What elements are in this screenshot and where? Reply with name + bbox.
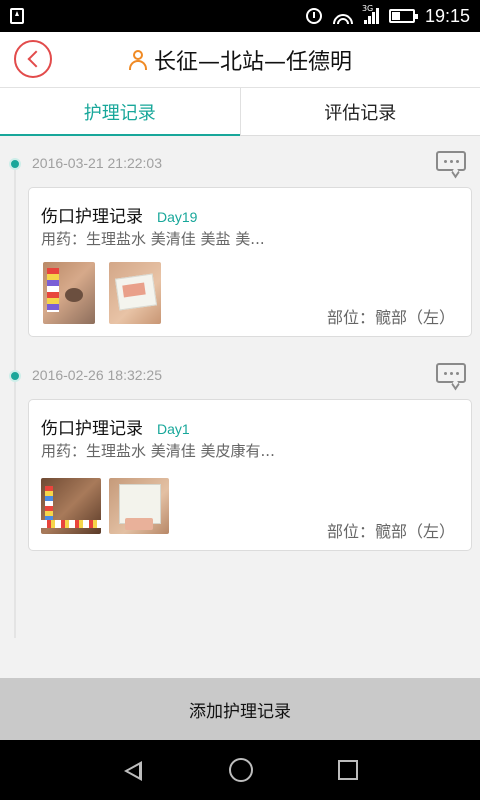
title-area: 长征—北站—任德明: [0, 32, 480, 88]
record-medication: 用药：生理盐水 美清佳 美皮康有...: [41, 442, 275, 460]
comment-button[interactable]: [436, 363, 466, 391]
record-site: 部位：髋部（左）: [326, 308, 455, 327]
record-site: 部位：髋部（左）: [326, 522, 455, 541]
comment-icon: [436, 151, 466, 171]
battery-icon: [388, 9, 418, 23]
record-timestamp: 2016-03-21 21:22:03: [32, 155, 162, 171]
record-medication: 用药：生理盐水 美清佳 美盐 美...: [41, 230, 265, 248]
nav-back-icon[interactable]: [122, 759, 144, 781]
record-timeline: 2016-03-21 21:22:03 伤口护理记录 Day19 用药：生理盐水…: [0, 137, 480, 678]
nav-recent-icon[interactable]: [337, 760, 358, 780]
record-card[interactable]: 伤口护理记录 Day1 用药：生理盐水 美清佳 美皮康有... 部位：髋部（左）: [28, 399, 472, 551]
record-day-badge: Day19: [157, 209, 198, 225]
comment-button[interactable]: [436, 151, 466, 179]
wound-photo[interactable]: [41, 478, 101, 534]
system-nav-bar: [0, 740, 480, 800]
add-care-record-button[interactable]: 添加护理记录: [0, 678, 480, 740]
status-bar: 3G 19:15: [0, 0, 480, 32]
record-card[interactable]: 伤口护理记录 Day19 用药：生理盐水 美清佳 美盐 美... 部位：髋部（左…: [28, 187, 472, 337]
timeline-entry: 2016-03-21 21:22:03 伤口护理记录 Day19 用药：生理盐水…: [0, 137, 480, 337]
wound-photo[interactable]: [43, 262, 95, 324]
back-button[interactable]: [14, 40, 52, 78]
tab-bar: 护理记录 评估记录: [0, 88, 480, 136]
timeline-dot: [9, 370, 21, 382]
record-timestamp: 2016-02-26 18:32:25: [32, 367, 162, 383]
comment-icon: [436, 363, 466, 383]
person-icon: [128, 49, 148, 71]
tab-assessment-records[interactable]: 评估记录: [239, 88, 480, 135]
timeline-dot: [9, 158, 21, 170]
notification-icon: [10, 8, 24, 24]
page-title: 长征—北站—任德明: [153, 50, 352, 75]
wifi-icon: [331, 8, 354, 24]
record-title: 伤口护理记录: [41, 419, 143, 439]
tab-care-records[interactable]: 护理记录: [0, 88, 240, 136]
dressing-photo[interactable]: [109, 262, 161, 324]
chevron-left-icon: [27, 50, 44, 68]
app-header: 长征—北站—任德明: [0, 32, 480, 88]
signal-icon: 3G: [361, 4, 379, 24]
nav-home-icon[interactable]: [228, 758, 253, 782]
record-title: 伤口护理记录: [41, 207, 143, 227]
record-day-badge: Day1: [157, 421, 190, 437]
dressing-photo[interactable]: [109, 478, 169, 534]
alarm-icon: [305, 8, 322, 24]
network-type-label: 3G: [361, 4, 374, 13]
status-clock: 19:15: [424, 5, 470, 26]
timeline-entry: 2016-02-26 18:32:25 伤口护理记录 Day1 用药：生理盐水 …: [0, 349, 480, 551]
